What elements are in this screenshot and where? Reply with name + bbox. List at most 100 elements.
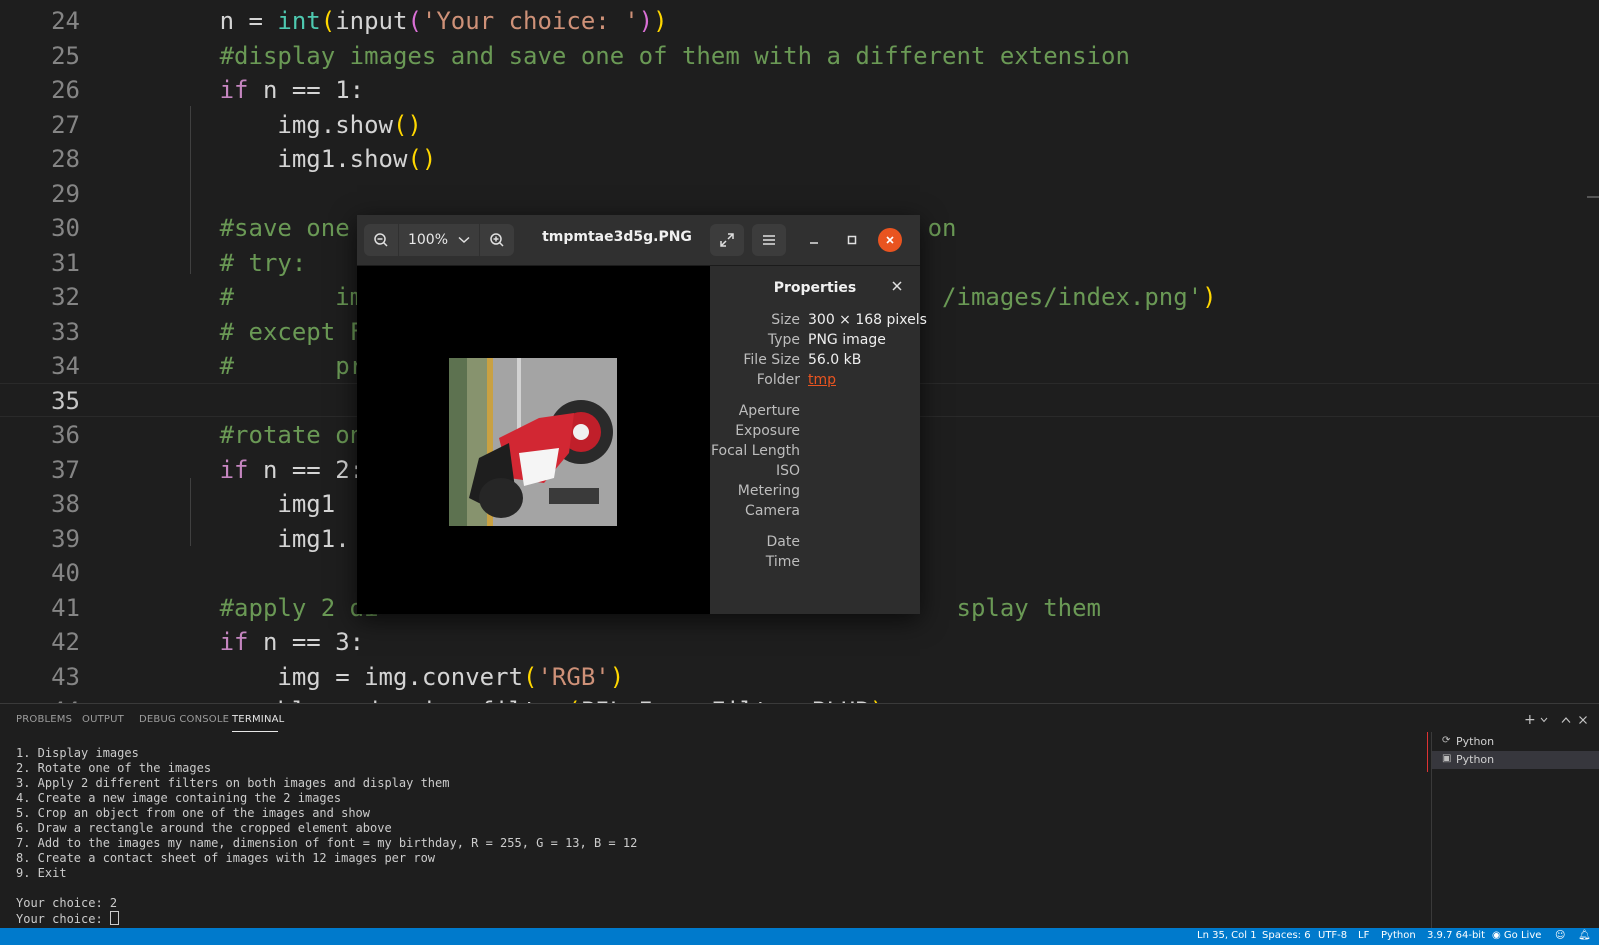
property-value: PNG image (808, 332, 886, 348)
code-line[interactable]: 28 img1.show() (0, 141, 1599, 175)
close-window-button[interactable] (878, 228, 902, 252)
code-text: # except Fi (104, 318, 379, 346)
eol-status[interactable]: LF (1358, 930, 1369, 941)
code-token: input (335, 7, 408, 35)
editor-scrollbar[interactable] (1587, 196, 1599, 198)
terminal-line-text: 3. Apply 2 different filters on both ima… (16, 776, 450, 790)
fullscreen-button[interactable] (710, 224, 744, 256)
line-number: 33 (51, 317, 80, 346)
feedback-icon[interactable]: ☺ (1555, 930, 1565, 941)
code-line[interactable]: 29 (0, 176, 1599, 210)
code-line[interactable]: 44 blurred = img.filter(PIL.ImageFilter.… (0, 693, 1599, 703)
code-text: # try: (104, 249, 307, 277)
code-line[interactable]: 24 n = int(input('Your choice: ')) (0, 3, 1599, 37)
add-terminal-icon[interactable]: + (1524, 712, 1536, 728)
language-mode[interactable]: Python (1381, 930, 1416, 941)
line-number: 30 (51, 214, 80, 242)
line-number: 27 (51, 110, 80, 139)
code-text: if n == 3: (104, 628, 365, 656)
line-number: 34 (51, 352, 80, 380)
terminal-line-text: 8. Create a contact sheet of images with… (16, 851, 436, 865)
code-text: #rotate one (104, 421, 379, 449)
tab-output[interactable]: OUTPUT (82, 714, 124, 725)
image-viewer-window[interactable]: 100% tmpmtae3d5g.PNG Properties Size 300… (357, 215, 927, 614)
zoom-in-button[interactable] (480, 224, 514, 256)
terminal-instance-label: Python (1456, 735, 1495, 748)
terminal-output[interactable]: 1. Display images 2. Rotate one of the im… (16, 746, 637, 926)
terminal-line: Your choice: (16, 911, 637, 926)
tab-debug-console[interactable]: DEBUG CONSOLE (139, 714, 229, 725)
chevron-down-icon (458, 236, 470, 244)
folder-link[interactable]: tmp (808, 372, 836, 388)
property-row: Type PNG image (710, 332, 920, 352)
line-number: 39 (51, 524, 80, 553)
code-line[interactable]: 43 img = img.convert('RGB') (0, 659, 1599, 693)
property-row: Size 300 × 168 pixels (710, 312, 927, 332)
python-interpreter[interactable]: 3.9.7 64-bit (1427, 930, 1485, 941)
code-token: int (277, 7, 321, 35)
terminal-scrollbar[interactable] (1427, 732, 1428, 772)
terminal-line-text: 4. Create a new image containing the 2 i… (16, 791, 342, 805)
line-number: 24 (51, 7, 80, 35)
code-line[interactable]: 25 #display images and save one of them … (0, 38, 1599, 72)
fullscreen-icon (720, 233, 734, 247)
viewer-header-bar[interactable]: 100% tmpmtae3d5g.PNG (357, 215, 920, 266)
chevron-down-icon[interactable] (1540, 717, 1548, 723)
code-token: ) (653, 7, 668, 35)
code-text: if n == 2: (104, 455, 365, 484)
code-text: img = img.convert('RGB') (104, 663, 624, 691)
line-number: 37 (51, 455, 80, 484)
terminal-line: 6. Draw a rectangle around the cropped e… (16, 821, 637, 836)
code-line[interactable]: 27 img.show() (0, 107, 1599, 141)
maximize-panel-icon[interactable] (1561, 716, 1571, 724)
terminal-line: 2. Rotate one of the images (16, 761, 637, 776)
terminal-cursor (109, 911, 119, 925)
terminal-instance[interactable]: ⟳ Python (1432, 733, 1599, 751)
broadcast-icon: ◉ (1492, 930, 1501, 941)
code-token: ) (638, 7, 654, 35)
property-key: Size (771, 312, 800, 328)
property-row: Date (710, 534, 920, 554)
close-properties-icon[interactable] (890, 279, 904, 293)
line-number: 32 (51, 283, 80, 311)
property-key: Exposure (735, 423, 800, 439)
property-row: ISO (710, 463, 920, 483)
property-row: Time (710, 554, 920, 574)
maximize-button[interactable] (839, 227, 865, 253)
notifications-bell-icon[interactable]: 🔔︎ (1578, 930, 1591, 941)
minimize-button[interactable] (801, 227, 827, 253)
code-token: if (104, 76, 249, 104)
image-canvas[interactable] (357, 266, 710, 614)
code-token: if (104, 455, 249, 484)
go-live-button[interactable]: ◉ Go Live (1492, 930, 1541, 941)
close-panel-icon[interactable] (1578, 715, 1588, 725)
tab-problems[interactable]: PROBLEMS (16, 714, 72, 725)
line-number: 25 (51, 41, 80, 70)
code-token: n == 2: (248, 455, 365, 484)
hamburger-menu-button[interactable] (752, 224, 786, 256)
line-number: 35 (51, 386, 80, 415)
terminal-line-text: Your choice: 2 (16, 896, 118, 910)
terminal-instance[interactable]: ▣ Python (1432, 751, 1599, 769)
code-line[interactable]: 26 if n == 1: (0, 72, 1599, 106)
zoom-level-dropdown[interactable]: 100% (399, 224, 479, 256)
property-row: Aperture (710, 403, 920, 423)
line-number: 41 (51, 593, 80, 622)
terminal-line: Your choice: 2 (16, 896, 637, 911)
indentation-status[interactable]: Spaces: 6 (1262, 930, 1311, 941)
code-text: # pri (104, 352, 379, 380)
cursor-position[interactable]: Ln 35, Col 1 (1197, 930, 1257, 941)
line-number: 26 (51, 76, 80, 104)
encoding-status[interactable]: UTF-8 (1318, 930, 1347, 941)
close-icon (886, 236, 894, 244)
bottom-panel: PROBLEMS OUTPUT DEBUG CONSOLE TERMINAL +… (0, 703, 1599, 929)
code-text: n = int(input('Your choice: ')) (104, 7, 668, 35)
code-line[interactable]: 42 if n == 3: (0, 624, 1599, 658)
zoom-out-button[interactable] (364, 224, 398, 256)
code-token: n = (104, 7, 278, 35)
code-token: n == 3: (248, 628, 365, 656)
terminal-line-text: Your choice: (16, 912, 110, 926)
tab-terminal[interactable]: TERMINAL (232, 714, 284, 725)
code-token: 'Your choice: ' (421, 7, 639, 35)
code-token: ( (407, 7, 422, 35)
